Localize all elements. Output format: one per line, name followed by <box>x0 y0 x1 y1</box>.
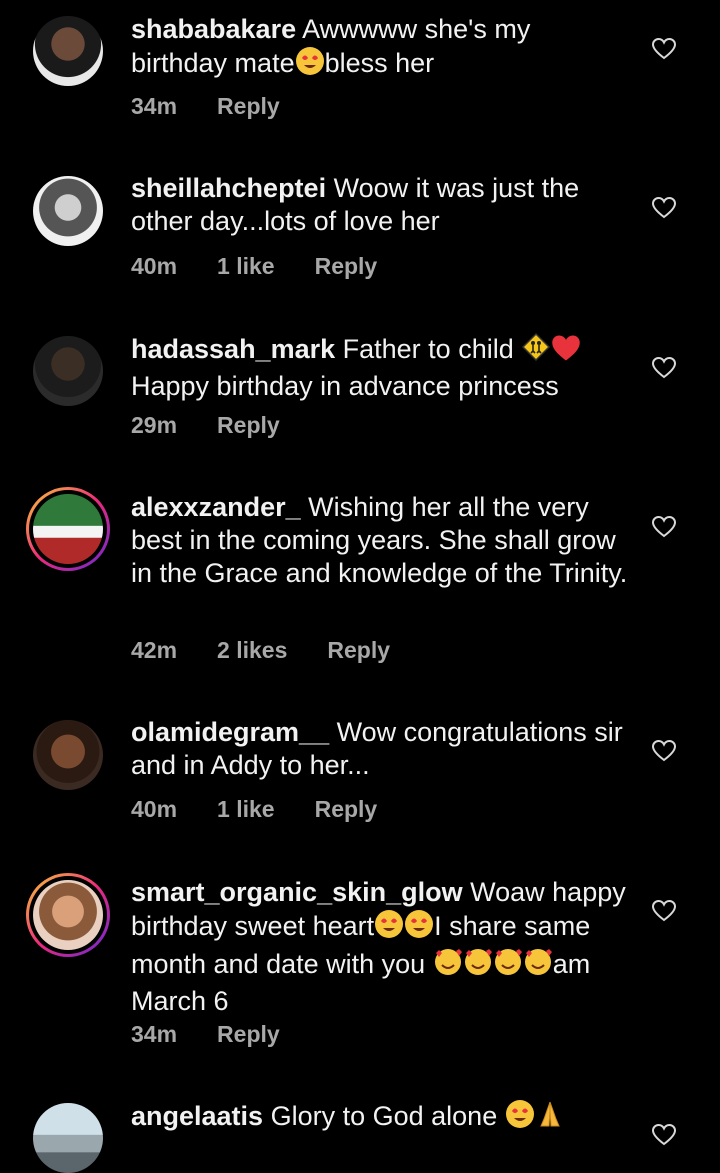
comment-meta: 40m 1 like Reply <box>131 253 417 280</box>
reply-button[interactable]: Reply <box>315 253 378 280</box>
folded-hands-emoji <box>535 1099 565 1137</box>
children-crossing-emoji <box>521 332 551 370</box>
comment-time: 42m <box>131 637 178 663</box>
comment-body-line2: Happy birthday in advance princess <box>131 371 559 401</box>
like-heart-icon[interactable] <box>652 740 676 762</box>
heart-eyes-emoji <box>295 46 325 84</box>
comment-body-end: bless her <box>324 48 435 78</box>
heart-eyes-emoji <box>505 1099 535 1137</box>
smiling-hearts-emoji <box>463 947 493 985</box>
comment-meta: 42m 2 likes Reply <box>131 637 430 664</box>
comment-username[interactable]: olamidegram__ <box>131 717 329 747</box>
like-heart-icon[interactable] <box>652 900 676 922</box>
like-heart-icon[interactable] <box>652 197 676 219</box>
like-heart-icon[interactable] <box>652 1124 676 1146</box>
reply-button[interactable]: Reply <box>217 1021 280 1048</box>
reply-button[interactable]: Reply <box>327 637 390 664</box>
comment-username[interactable]: shababakare <box>131 14 296 44</box>
like-heart-icon[interactable] <box>652 357 676 379</box>
avatar[interactable] <box>33 880 103 950</box>
reply-button[interactable]: Reply <box>217 93 280 120</box>
smiling-hearts-emoji <box>523 947 553 985</box>
comment-text: hadassah_mark Father to child Happy birt… <box>131 332 631 403</box>
heart-eyes-emoji <box>404 909 434 947</box>
red-heart-emoji <box>551 334 581 370</box>
comment-text: olamidegram__ Wow congratulations sir an… <box>131 716 631 782</box>
comment-likes[interactable]: 1 like <box>217 796 275 823</box>
comment-body: Glory to God alone <box>270 1101 498 1131</box>
avatar[interactable] <box>33 1103 103 1173</box>
comment-text: angelaatis Glory to God alone <box>131 1099 631 1137</box>
like-heart-icon[interactable] <box>652 38 676 60</box>
comment-time: 34m <box>131 93 178 119</box>
comment-body: Father to child <box>342 334 514 364</box>
reply-button[interactable]: Reply <box>315 796 378 823</box>
comment-time: 29m <box>131 412 178 438</box>
comment-time: 40m <box>131 796 178 822</box>
avatar[interactable] <box>33 176 103 246</box>
comment-likes[interactable]: 1 like <box>217 253 275 280</box>
smiling-hearts-emoji <box>433 947 463 985</box>
comment-username[interactable]: hadassah_mark <box>131 334 335 364</box>
comment-meta: 40m 1 like Reply <box>131 796 417 823</box>
comment-text: sheillahcheptei Woow it was just the oth… <box>131 172 631 238</box>
avatar[interactable] <box>33 720 103 790</box>
avatar[interactable] <box>33 494 103 564</box>
avatar[interactable] <box>33 336 103 406</box>
comment-meta: 34m Reply <box>131 1021 320 1048</box>
comment-meta: 29m Reply <box>131 412 320 439</box>
heart-eyes-emoji <box>374 909 404 947</box>
comment-likes[interactable]: 2 likes <box>217 637 287 664</box>
reply-button[interactable]: Reply <box>217 412 280 439</box>
comment-meta: 34m Reply <box>131 93 320 120</box>
comment-time: 34m <box>131 1021 178 1047</box>
comment-text: smart_organic_skin_glow Woaw happy birth… <box>131 876 631 1018</box>
comment-text: alexxzander_ Wishing her all the very be… <box>131 491 631 590</box>
comment-text: shababakare Awwwww she's my birthday mat… <box>131 13 631 84</box>
comment-username[interactable]: alexxzander_ <box>131 492 301 522</box>
like-heart-icon[interactable] <box>652 516 676 538</box>
avatar[interactable] <box>33 16 103 86</box>
comment-username[interactable]: angelaatis <box>131 1101 263 1131</box>
comment-username[interactable]: smart_organic_skin_glow <box>131 877 463 907</box>
comment-time: 40m <box>131 253 178 279</box>
comment-username[interactable]: sheillahcheptei <box>131 173 326 203</box>
smiling-hearts-emoji <box>493 947 523 985</box>
